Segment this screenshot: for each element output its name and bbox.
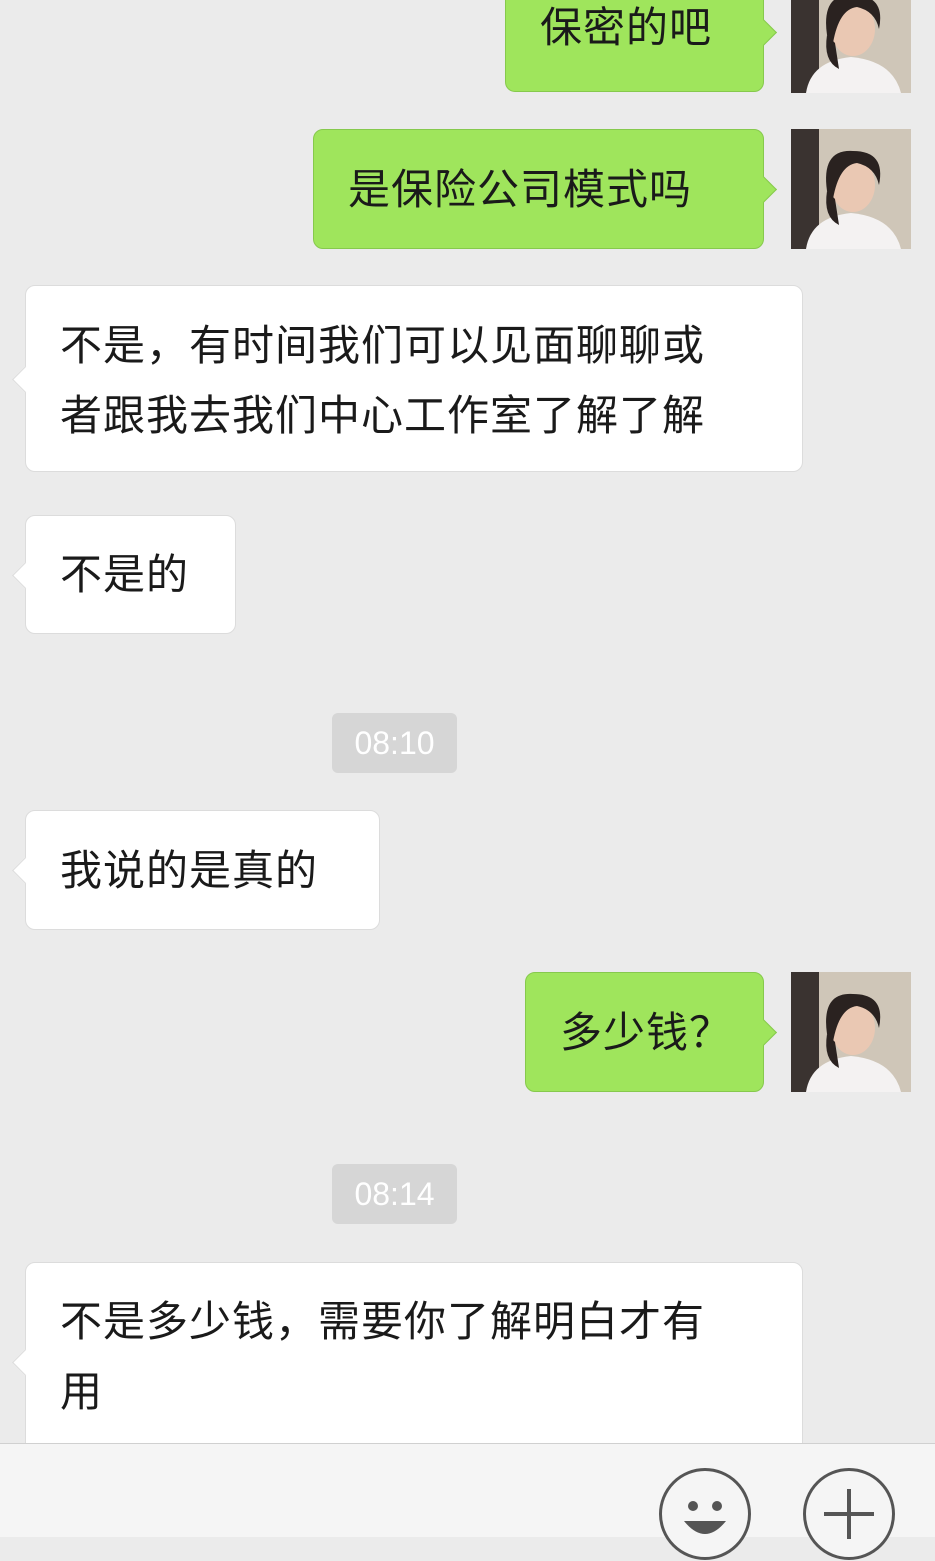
message-text: 我说的是真的 (60, 846, 319, 895)
incoming-message-bubble[interactable]: 我说的是真的 (12, 810, 380, 930)
emoji-button[interactable] (659, 1468, 751, 1560)
more-button[interactable] (803, 1468, 895, 1560)
outgoing-message-bubble[interactable]: 是保险公司模式吗 (313, 129, 777, 249)
incoming-message-bubble[interactable]: 不是的 (12, 515, 236, 634)
avatar-photo (791, 0, 911, 93)
avatar[interactable] (791, 972, 911, 1092)
avatar-photo (791, 972, 911, 1092)
timestamp: 08:10 (332, 713, 457, 773)
message-text: 是保险公司模式吗 (348, 165, 693, 214)
avatar[interactable] (791, 0, 911, 93)
avatar[interactable] (791, 129, 911, 249)
timestamp: 08:14 (332, 1164, 457, 1224)
message-text: 保密的吧 (540, 3, 713, 52)
input-bar (0, 1443, 935, 1560)
message-text: 不是的 (60, 550, 190, 599)
message-text-line: 不是，有时间我们可以见面聊聊或 (60, 321, 706, 370)
avatar-photo (791, 129, 911, 249)
chat-area[interactable]: 保密的吧 是保险公司模式吗 不是，有时间我们可以见面聊聊或 者跟我去我们中心工作… (0, 0, 935, 1443)
emoji-icon (684, 1501, 726, 1534)
plus-icon (824, 1489, 874, 1539)
incoming-message-bubble[interactable]: 不是，有时间我们可以见面聊聊或 者跟我去我们中心工作室了解了解 (12, 285, 803, 472)
message-text-line: 者跟我去我们中心工作室了解了解 (60, 391, 706, 440)
outgoing-message-bubble[interactable]: 多少钱？ (525, 972, 777, 1092)
incoming-message-bubble[interactable]: 不是多少钱，需要你了解明白才有 用 (12, 1262, 803, 1443)
message-text-line: 不是多少钱，需要你了解明白才有 (60, 1297, 706, 1346)
message-text-line: 用 (60, 1367, 104, 1416)
outgoing-message-bubble[interactable]: 保密的吧 (505, 0, 777, 92)
message-text: 多少钱？ (560, 1008, 733, 1057)
